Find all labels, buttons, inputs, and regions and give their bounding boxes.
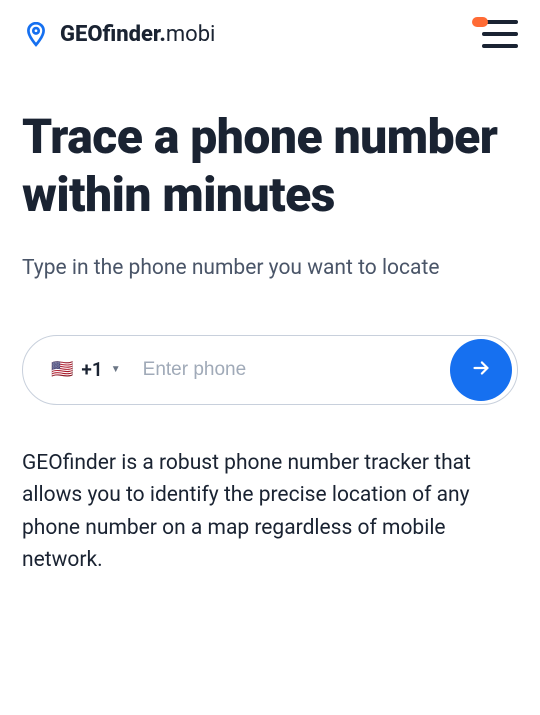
page-title: Trace a phone number within minutes [22, 108, 518, 223]
phone-number-input[interactable] [135, 359, 450, 381]
menu-button[interactable] [482, 20, 518, 48]
hamburger-accent-icon [472, 17, 488, 27]
arrow-right-icon [470, 357, 492, 382]
flag-icon: 🇺🇸 [51, 359, 73, 380]
location-pin-icon [22, 20, 50, 48]
country-code-label: +1 [81, 358, 102, 381]
submit-button[interactable] [450, 339, 512, 401]
hamburger-line-icon [482, 32, 518, 36]
chevron-down-icon: ▼ [111, 364, 121, 375]
hamburger-line-icon [482, 44, 518, 48]
logo[interactable]: GEOfinder.mobi [22, 20, 215, 48]
header: GEOfinder.mobi [22, 20, 518, 48]
description-text: GEOfinder is a robust phone number track… [22, 447, 518, 577]
page-subtitle: Type in the phone number you want to loc… [22, 253, 518, 285]
phone-input-container: 🇺🇸 +1 ▼ [22, 335, 518, 405]
country-code-selector[interactable]: 🇺🇸 +1 ▼ [51, 358, 135, 381]
logo-text: GEOfinder.mobi [60, 22, 215, 47]
